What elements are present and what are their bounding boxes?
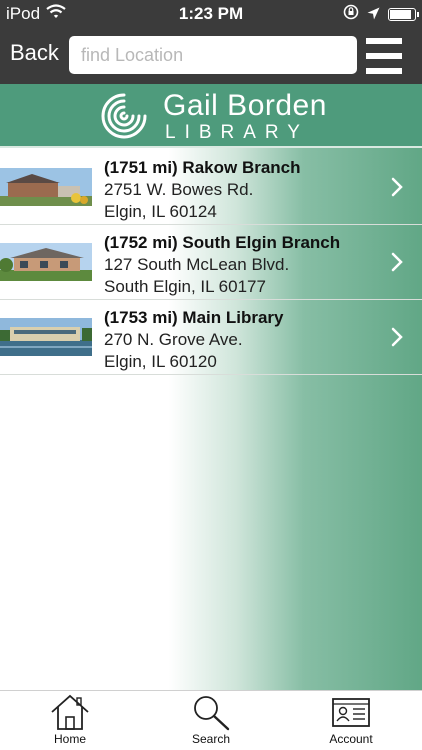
location-address-line2: Elgin, IL 60124	[104, 202, 217, 221]
location-item-rakow[interactable]: (1751 mi) Rakow Branch 2751 W. Bowes Rd.…	[0, 150, 422, 225]
menu-bar-icon	[366, 68, 402, 74]
battery-icon	[388, 8, 419, 21]
home-icon	[51, 694, 89, 730]
tab-home[interactable]: Home	[25, 693, 115, 746]
tab-bar: Home Search Account	[0, 690, 422, 750]
brand-subtitle: LIBRARY	[165, 122, 309, 143]
search-icon	[194, 696, 230, 731]
location-details: (1751 mi) Rakow Branch 2751 W. Bowes Rd.…	[104, 157, 301, 223]
tab-account-label: Account	[329, 732, 373, 746]
location-address-line1: 127 South McLean Blvd.	[104, 255, 290, 274]
status-right	[343, 4, 419, 25]
chevron-right-icon	[391, 327, 403, 347]
swirl-logo-icon	[98, 92, 150, 140]
location-name: (1752 mi) South Elgin Branch	[104, 233, 341, 252]
branch-photo	[0, 243, 92, 281]
location-address-line2: South Elgin, IL 60177	[104, 277, 266, 296]
menu-button[interactable]	[366, 38, 402, 74]
location-address-line2: Elgin, IL 60120	[104, 352, 217, 371]
location-address-line1: 270 N. Grove Ave.	[104, 330, 243, 349]
battery-level	[390, 10, 411, 19]
tab-home-label: Home	[53, 732, 86, 746]
location-details: (1753 mi) Main Library 270 N. Grove Ave.…	[104, 307, 284, 373]
menu-bar-icon	[366, 38, 402, 44]
tab-search-label: Search	[191, 732, 231, 746]
branch-photo	[0, 318, 92, 356]
chevron-right-icon	[391, 252, 403, 272]
location-list: (1751 mi) Rakow Branch 2751 W. Bowes Rd.…	[0, 150, 422, 375]
branch-photo	[0, 168, 92, 206]
location-search-input[interactable]	[69, 36, 357, 74]
location-item-south-elgin[interactable]: (1752 mi) South Elgin Branch 127 South M…	[0, 225, 422, 300]
location-arrow-icon	[367, 5, 380, 25]
account-card-icon	[332, 698, 370, 727]
chevron-right-icon	[391, 177, 403, 197]
status-bar: iPod 1:23 PM	[0, 0, 422, 28]
menu-bar-icon	[366, 53, 402, 59]
library-banner: Gail Borden LIBRARY	[0, 84, 422, 148]
location-list-area: (1751 mi) Rakow Branch 2751 W. Bowes Rd.…	[0, 148, 422, 690]
tab-account[interactable]: Account	[306, 693, 396, 746]
location-details: (1752 mi) South Elgin Branch 127 South M…	[104, 232, 340, 298]
location-name: (1753 mi) Main Library	[104, 308, 284, 327]
brand-name: Gail Borden	[163, 89, 327, 122]
back-button[interactable]: Back	[10, 40, 59, 66]
location-name: (1751 mi) Rakow Branch	[104, 158, 301, 177]
location-item-main-library[interactable]: (1753 mi) Main Library 270 N. Grove Ave.…	[0, 300, 422, 375]
rotation-lock-icon	[343, 4, 359, 25]
nav-bar: Back	[0, 28, 422, 84]
location-address-line1: 2751 W. Bowes Rd.	[104, 180, 254, 199]
tab-search[interactable]: Search	[166, 693, 256, 746]
